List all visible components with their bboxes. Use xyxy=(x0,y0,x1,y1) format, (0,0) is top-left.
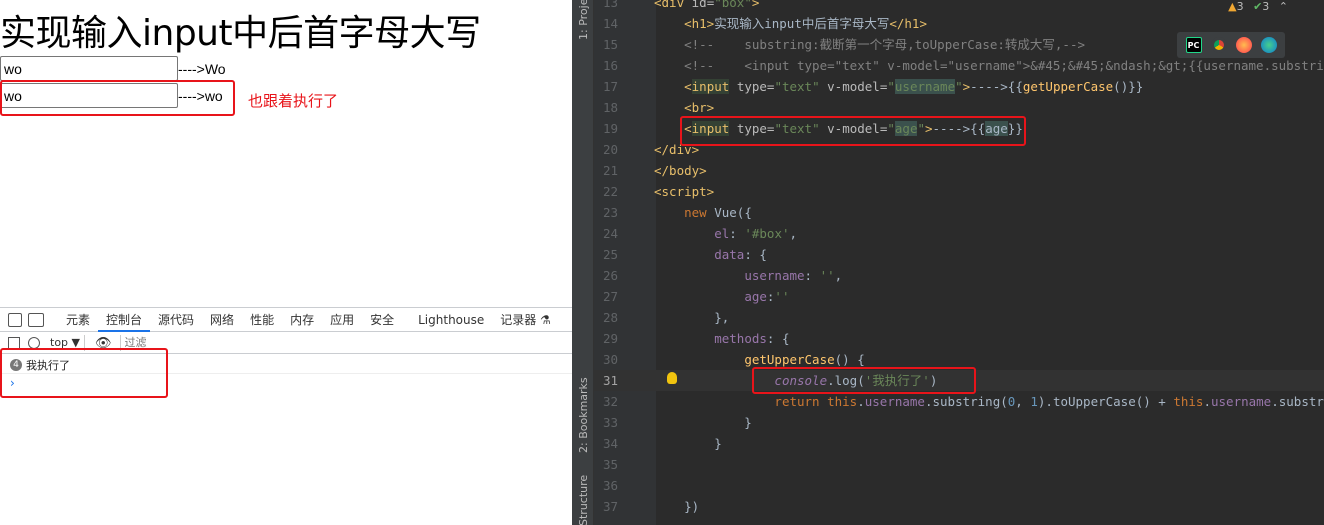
tool-window-strip: 1: Project 2: Bookmarks Structure xyxy=(572,0,594,525)
pycharm-icon[interactable]: PC xyxy=(1185,37,1202,53)
code-line[interactable]: 21 </body> xyxy=(594,160,1324,181)
code-line[interactable]: 14 <h1>实现输入input中后首字母大写</h1> xyxy=(594,13,1324,34)
username-row: ---->Wo xyxy=(0,56,226,81)
code-line[interactable]: 36 xyxy=(594,475,1324,496)
username-output: ---->Wo xyxy=(178,60,226,77)
ide-panel: 1: Project 2: Bookmarks Structure 13 <div… xyxy=(572,0,1324,525)
code-line[interactable]: 32 return this.username.substring(0, 1).… xyxy=(594,391,1324,412)
tab-performance[interactable]: 性能 xyxy=(242,308,282,332)
annotation-box-inputs xyxy=(0,80,235,116)
code-line[interactable]: 35 xyxy=(594,454,1324,475)
tab-recorder[interactable]: 记录器 ⚗ xyxy=(492,308,559,332)
chrome-icon[interactable] xyxy=(1210,37,1227,53)
code-line[interactable]: 27 age:'' xyxy=(594,286,1324,307)
tab-elements[interactable]: 元素 xyxy=(58,308,98,332)
code-line[interactable]: 34 } xyxy=(594,433,1324,454)
annotation-note: 也跟着执行了 xyxy=(248,92,339,110)
code-line[interactable]: 16 <!-- <input type="text" v-model="user… xyxy=(594,55,1324,76)
tab-security[interactable]: 安全 xyxy=(362,308,402,332)
code-line[interactable]: 29 methods: { xyxy=(594,328,1324,349)
project-tool-tab[interactable]: 1: Project xyxy=(577,0,590,40)
code-line[interactable]: 13 <div id="box"> xyxy=(594,0,1324,13)
device-toolbar-icon[interactable] xyxy=(28,312,44,327)
firefox-icon[interactable] xyxy=(1235,37,1252,53)
code-line[interactable]: 25 data: { xyxy=(594,244,1324,265)
tab-sources[interactable]: 源代码 xyxy=(150,308,202,332)
tab-application[interactable]: 应用 xyxy=(322,308,362,332)
code-line[interactable]: 17 <input type="text" v-model="username"… xyxy=(594,76,1324,97)
code-line[interactable]: 18 <br> xyxy=(594,97,1324,118)
tab-memory[interactable]: 内存 xyxy=(282,308,322,332)
intention-bulb-icon[interactable] xyxy=(667,372,677,384)
username-input[interactable] xyxy=(0,56,178,81)
structure-tool-tab[interactable]: Structure xyxy=(577,475,590,525)
annotation-box-console xyxy=(0,348,168,398)
check-count: 3 xyxy=(1262,0,1270,13)
edge-icon[interactable] xyxy=(1260,37,1277,53)
code-line[interactable]: 24 el: '#box', xyxy=(594,223,1324,244)
browser-popup: PC xyxy=(1177,32,1285,58)
tab-console[interactable]: 控制台 xyxy=(98,308,151,332)
tab-network[interactable]: 网络 xyxy=(202,308,242,332)
code-line[interactable]: 28 }, xyxy=(594,307,1324,328)
devtools-tabbar: 元素 控制台 源代码 网络 性能 内存 应用 安全 Lighthouse 记录器… xyxy=(0,308,572,332)
page-title: 实现输入input中后首字母大写 xyxy=(0,13,481,54)
inspections-widget[interactable]: ▲3 ✔3 ⌃ xyxy=(1228,0,1288,13)
annotation-box-age-input xyxy=(680,116,1026,146)
annotation-box-console-log xyxy=(752,367,976,394)
code-line[interactable]: 26 username: '', xyxy=(594,265,1324,286)
code-line[interactable]: 22 <script> xyxy=(594,181,1324,202)
tab-lighthouse[interactable]: Lighthouse xyxy=(410,308,492,332)
devtools-panel: 元素 控制台 源代码 网络 性能 内存 应用 安全 Lighthouse 记录器… xyxy=(0,307,572,525)
bookmarks-tool-tab[interactable]: 2: Bookmarks xyxy=(577,375,590,453)
code-line[interactable]: 37 }) xyxy=(594,496,1324,517)
warning-count: 3 xyxy=(1236,0,1244,13)
inspect-element-icon[interactable] xyxy=(8,312,22,327)
code-line[interactable]: 23 new Vue({ xyxy=(594,202,1324,223)
browser-page: 实现输入input中后首字母大写 ---->Wo ---->wo 也跟着执行了 … xyxy=(0,0,572,525)
code-line[interactable]: 33 } xyxy=(594,412,1324,433)
